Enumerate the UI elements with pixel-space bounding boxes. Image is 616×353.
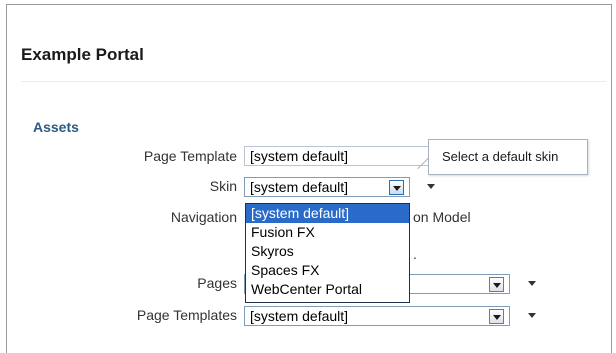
page-templates-select[interactable]: [system default]	[244, 306, 510, 326]
navigation-label: Navigation	[170, 209, 237, 225]
skin-option-system-default[interactable]: [system default]	[246, 204, 409, 223]
skin-option-fusion-fx[interactable]: Fusion FX	[246, 223, 409, 242]
page-templates-label: Page Templates	[136, 307, 237, 323]
skin-tooltip: Select a default skin	[428, 139, 588, 175]
navigation-value: on Model	[413, 209, 471, 225]
skin-menu-arrow-icon[interactable]	[427, 184, 435, 189]
page-template-label: Page Template	[143, 148, 237, 164]
skin-label: Skin	[209, 178, 237, 194]
pages-menu-arrow-icon[interactable]	[528, 281, 536, 286]
skin-option-webcenter-portal[interactable]: WebCenter Portal	[246, 280, 409, 299]
skin-select[interactable]: [system default]	[244, 177, 410, 197]
assets-section-title: Assets	[33, 119, 79, 135]
page-template-select[interactable]: [system default]	[244, 146, 430, 166]
skin-option-spaces-fx[interactable]: Spaces FX	[246, 261, 409, 280]
portal-title: Example Portal	[21, 45, 144, 64]
skin-option-skyros[interactable]: Skyros	[246, 242, 409, 261]
pages-dropdown-button[interactable]	[489, 277, 504, 292]
pages-label: Pages	[197, 275, 237, 291]
navigation-extra: .	[413, 246, 417, 262]
page-templates-menu-arrow-icon[interactable]	[528, 313, 536, 318]
skin-options-list: [system default] Fusion FX Skyros Spaces…	[245, 203, 410, 303]
title-divider	[21, 81, 606, 82]
skin-dropdown-button[interactable]	[389, 180, 404, 195]
page-templates-dropdown-button[interactable]	[489, 309, 504, 324]
